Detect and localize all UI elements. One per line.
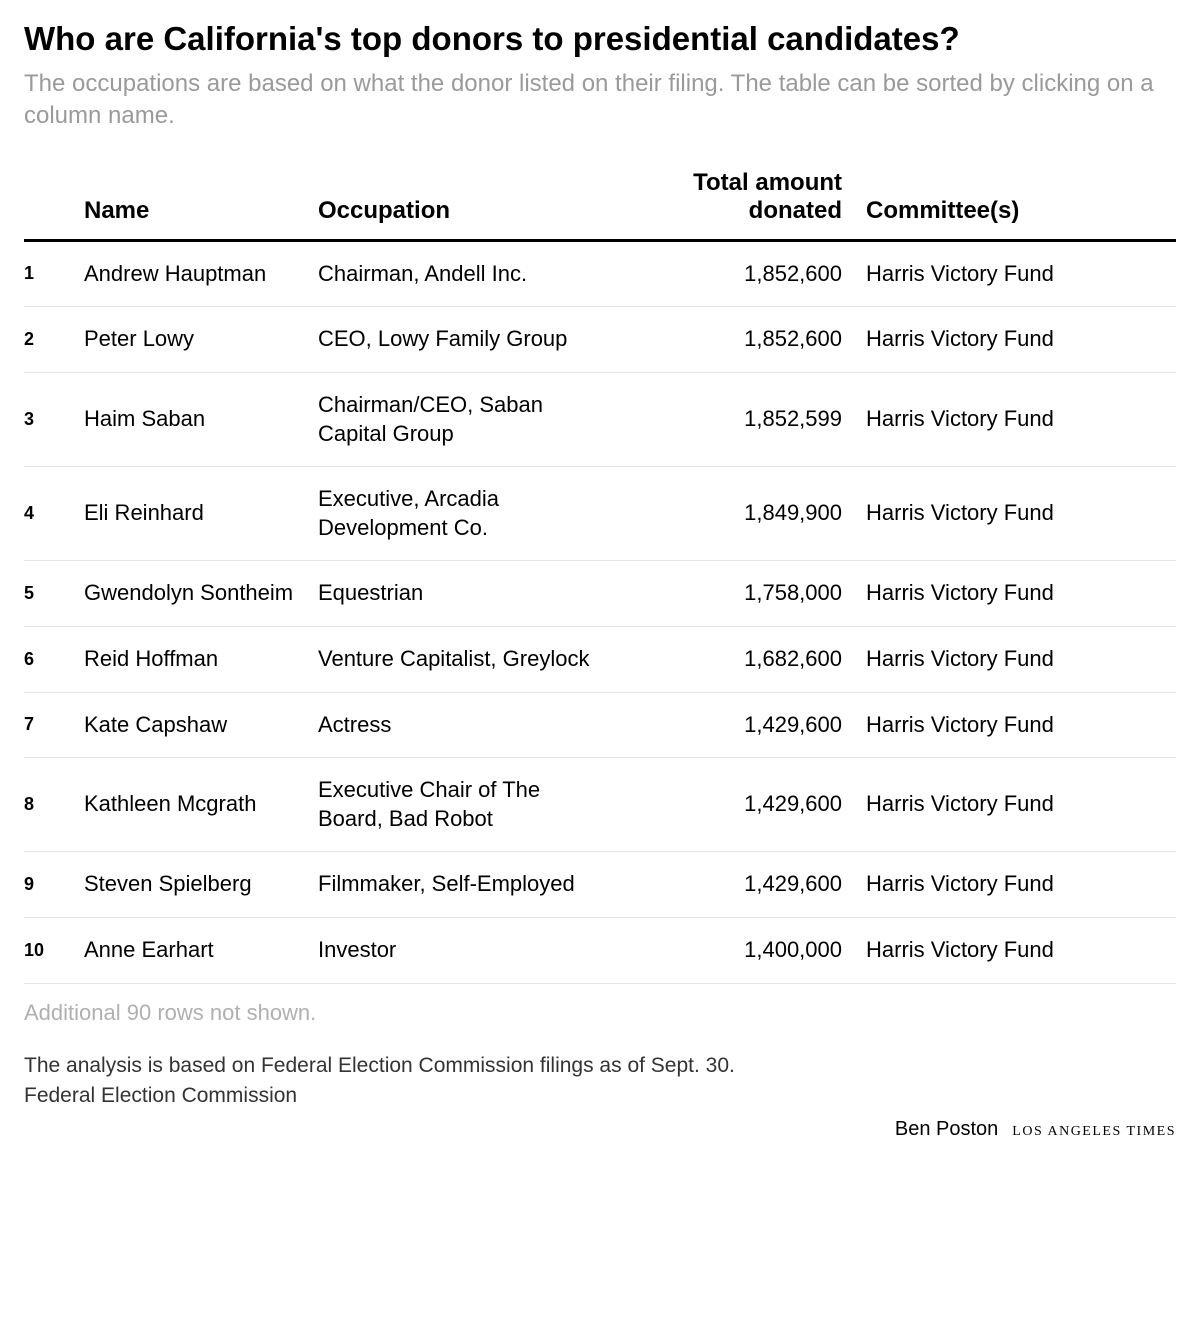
cell-occupation: Chairman, Andell Inc. — [306, 240, 610, 307]
table-row: 5Gwendolyn SontheimEquestrian1,758,000Ha… — [24, 561, 1176, 627]
cell-name: Anne Earhart — [72, 917, 306, 983]
cell-occupation: CEO, Lowy Family Group — [306, 307, 610, 373]
table-row: 4Eli ReinhardExecutive, Arcadia Developm… — [24, 467, 1176, 561]
cell-amount: 1,429,600 — [610, 758, 854, 852]
cell-occupation: Venture Capitalist, Greylock — [306, 626, 610, 692]
cell-occupation: Executive Chair of The Board, Bad Robot — [306, 758, 610, 852]
cell-rank: 10 — [24, 917, 72, 983]
cell-amount: 1,852,600 — [610, 307, 854, 373]
cell-rank: 8 — [24, 758, 72, 852]
table-row: 9Steven SpielbergFilmmaker, Self-Employe… — [24, 852, 1176, 918]
cell-rank: 9 — [24, 852, 72, 918]
cell-occupation: Executive, Arcadia Development Co. — [306, 467, 610, 561]
cell-amount: 1,400,000 — [610, 917, 854, 983]
cell-amount: 1,849,900 — [610, 467, 854, 561]
cell-rank: 2 — [24, 307, 72, 373]
table-row: 7Kate CapshawActress1,429,600Harris Vict… — [24, 692, 1176, 758]
header-row: Name Occupation Total amount donated Com… — [24, 169, 1176, 241]
cell-occupation: Investor — [306, 917, 610, 983]
cell-rank: 4 — [24, 467, 72, 561]
data-source: Federal Election Commission — [24, 1084, 1176, 1108]
cell-occupation: Chairman/CEO, Saban Capital Group — [306, 372, 610, 466]
cell-name: Gwendolyn Sontheim — [72, 561, 306, 627]
truncated-note: Additional 90 rows not shown. — [24, 1000, 1176, 1026]
cell-name: Eli Reinhard — [72, 467, 306, 561]
page-title: Who are California's top donors to presi… — [24, 20, 1176, 58]
cell-committee: Harris Victory Fund — [854, 307, 1176, 373]
cell-name: Peter Lowy — [72, 307, 306, 373]
cell-amount: 1,852,600 — [610, 240, 854, 307]
cell-occupation: Equestrian — [306, 561, 610, 627]
col-committee[interactable]: Committee(s) — [854, 169, 1176, 241]
page-subtitle: The occupations are based on what the do… — [24, 68, 1176, 133]
cell-amount: 1,429,600 — [610, 852, 854, 918]
cell-rank: 7 — [24, 692, 72, 758]
cell-committee: Harris Victory Fund — [854, 626, 1176, 692]
donors-table: Name Occupation Total amount donated Com… — [24, 169, 1176, 984]
publication-name: LOS ANGELES TIMES — [1012, 1124, 1176, 1140]
analysis-note: The analysis is based on Federal Electio… — [24, 1054, 1176, 1078]
table-row: 2Peter LowyCEO, Lowy Family Group1,852,6… — [24, 307, 1176, 373]
cell-name: Kate Capshaw — [72, 692, 306, 758]
cell-committee: Harris Victory Fund — [854, 240, 1176, 307]
cell-amount: 1,758,000 — [610, 561, 854, 627]
col-name[interactable]: Name — [72, 169, 306, 241]
cell-amount: 1,682,600 — [610, 626, 854, 692]
cell-name: Reid Hoffman — [72, 626, 306, 692]
cell-name: Steven Spielberg — [72, 852, 306, 918]
cell-name: Haim Saban — [72, 372, 306, 466]
table-row: 3Haim SabanChairman/CEO, Saban Capital G… — [24, 372, 1176, 466]
cell-committee: Harris Victory Fund — [854, 852, 1176, 918]
table-row: 6Reid HoffmanVenture Capitalist, Greyloc… — [24, 626, 1176, 692]
col-rank[interactable] — [24, 169, 72, 241]
table-row: 8Kathleen McgrathExecutive Chair of The … — [24, 758, 1176, 852]
cell-amount: 1,852,599 — [610, 372, 854, 466]
cell-rank: 3 — [24, 372, 72, 466]
cell-occupation: Actress — [306, 692, 610, 758]
cell-rank: 5 — [24, 561, 72, 627]
cell-rank: 6 — [24, 626, 72, 692]
byline-row: Ben Poston LOS ANGELES TIMES — [24, 1118, 1176, 1141]
cell-amount: 1,429,600 — [610, 692, 854, 758]
cell-committee: Harris Victory Fund — [854, 692, 1176, 758]
cell-rank: 1 — [24, 240, 72, 307]
cell-name: Kathleen Mcgrath — [72, 758, 306, 852]
cell-committee: Harris Victory Fund — [854, 467, 1176, 561]
table-row: 10Anne EarhartInvestor1,400,000Harris Vi… — [24, 917, 1176, 983]
cell-occupation: Filmmaker, Self-Employed — [306, 852, 610, 918]
cell-committee: Harris Victory Fund — [854, 561, 1176, 627]
table-row: 1Andrew HauptmanChairman, Andell Inc.1,8… — [24, 240, 1176, 307]
col-occupation[interactable]: Occupation — [306, 169, 610, 241]
cell-committee: Harris Victory Fund — [854, 917, 1176, 983]
col-amount[interactable]: Total amount donated — [610, 169, 854, 241]
cell-committee: Harris Victory Fund — [854, 372, 1176, 466]
cell-committee: Harris Victory Fund — [854, 758, 1176, 852]
cell-name: Andrew Hauptman — [72, 240, 306, 307]
byline-author: Ben Poston — [895, 1118, 998, 1141]
